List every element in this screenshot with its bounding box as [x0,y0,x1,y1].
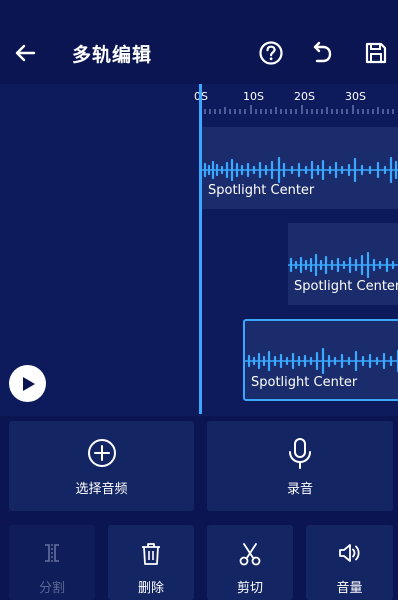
trash-icon [142,543,160,565]
audio-clip[interactable]: Spotlight Center [288,223,398,305]
time-ruler: 0S 10S 20S 30S [194,84,398,118]
clip-label: Spotlight Center [294,279,398,294]
volume-label: 音量 [336,581,363,596]
waveform [288,251,398,279]
undo-icon[interactable] [306,38,336,68]
clip-label: Spotlight Center [251,375,358,390]
delete-button[interactable]: 删除 [108,525,194,600]
waveform [245,347,398,375]
page-title: 多轨编辑 [72,44,153,66]
clip-label: Spotlight Center [208,183,315,198]
record-button[interactable]: 录音 [207,421,393,511]
volume-button[interactable]: 音量 [306,525,393,600]
split-button[interactable]: 分割 [9,525,95,600]
audio-clip-selected[interactable]: Spotlight Center [243,319,398,401]
ruler-tick-label: 20S [294,90,315,103]
add-circle-icon [88,439,116,467]
delete-label: 删除 [137,581,164,596]
ruler-tick-label: 30S [345,90,366,103]
cut-button[interactable]: 剪切 [207,525,293,600]
back-arrow-icon[interactable] [10,38,40,68]
scissors-icon [239,543,261,566]
cut-label: 剪切 [236,581,263,596]
app-header: 多轨编辑 [0,0,398,84]
ruler-ticks [199,105,394,114]
select-audio-label: 选择音频 [75,482,128,497]
volume-icon [339,544,360,562]
ruler-tick-label: 10S [243,90,264,103]
help-icon[interactable] [256,38,286,68]
split-icon [45,544,59,562]
select-audio-button[interactable]: 选择音频 [9,421,194,511]
playhead[interactable] [199,84,202,414]
play-button[interactable] [9,365,46,402]
split-label: 分割 [38,581,65,596]
record-label: 录音 [286,482,313,497]
microphone-icon [289,438,311,469]
play-icon [23,377,35,391]
save-icon[interactable] [361,38,391,68]
audio-clip[interactable]: Spotlight Center [202,127,398,209]
